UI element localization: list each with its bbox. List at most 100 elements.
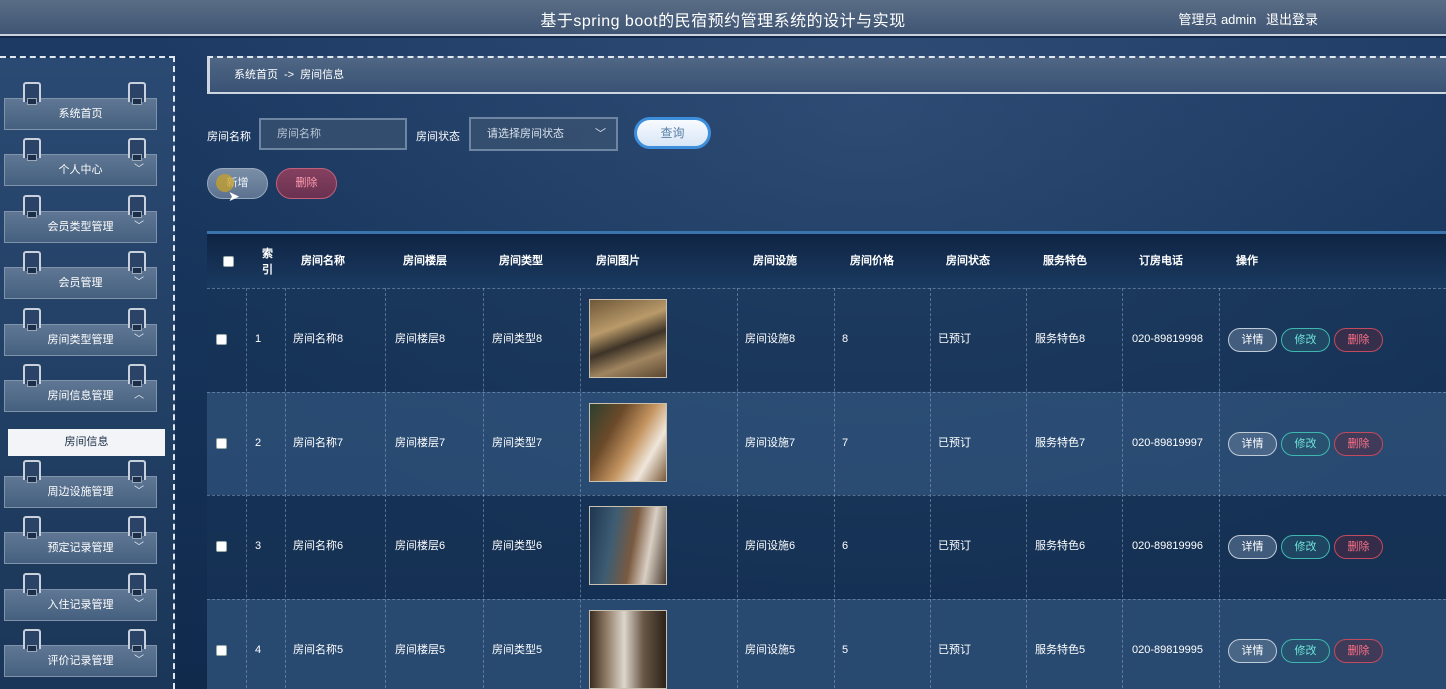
th-image: 房间图片: [596, 255, 640, 267]
cell-room-name: 房间名称7: [293, 437, 344, 449]
binder-clip-icon: [128, 82, 146, 105]
delete-button[interactable]: 删除: [1334, 328, 1383, 352]
room-name-input[interactable]: [259, 118, 407, 150]
cell-type: 房间类型7: [492, 437, 543, 449]
cell-status: 已预订: [938, 437, 971, 449]
cell-price: 6: [842, 540, 849, 552]
query-button[interactable]: 查询: [634, 117, 711, 149]
cell-room-name: 房间名称6: [293, 540, 344, 552]
cell-index: 3: [255, 540, 262, 552]
row-checkbox[interactable]: [216, 334, 227, 345]
cell-status: 已预订: [938, 540, 971, 552]
cell-index: 4: [255, 644, 262, 656]
select-all-checkbox[interactable]: [223, 256, 234, 267]
delete-button[interactable]: 删除: [1334, 535, 1383, 559]
room-image: [589, 403, 667, 482]
cell-status: 已预订: [938, 644, 971, 656]
cell-price: 7: [842, 437, 849, 449]
breadcrumb-home[interactable]: 系统首页: [234, 69, 278, 81]
th-price: 房间价格: [850, 255, 894, 267]
edit-button[interactable]: 修改: [1281, 432, 1330, 456]
sidebar-item-room-type[interactable]: 房间类型管理 ﹀: [4, 308, 157, 356]
th-facilities: 房间设施: [753, 255, 797, 267]
sidebar-item-checkin[interactable]: 入住记录管理 ﹀: [4, 573, 157, 621]
sidebar-item-profile[interactable]: 个人中心 ﹀: [4, 138, 157, 186]
delete-button[interactable]: 删除: [1334, 639, 1383, 663]
chevron-down-icon: ﹀: [134, 486, 144, 497]
delete-button[interactable]: 删除: [1334, 432, 1383, 456]
room-image: [589, 506, 667, 585]
edit-button[interactable]: 修改: [1281, 639, 1330, 663]
room-image: [589, 610, 667, 689]
column-divider: [1219, 288, 1220, 689]
row-divider: [207, 599, 1446, 600]
row-checkbox[interactable]: [216, 438, 227, 449]
sidebar-item-facilities[interactable]: 周边设施管理 ﹀: [4, 460, 157, 508]
cell-price: 5: [842, 644, 849, 656]
sidebar-item-home[interactable]: 系统首页: [4, 82, 157, 130]
row-divider: [207, 495, 1446, 496]
binder-clip-icon: [23, 82, 41, 105]
th-status: 房间状态: [946, 255, 990, 267]
table-header: 索引 房间名称 房间楼层 房间类型 房间图片 房间设施 房间价格 房间状态 服务…: [207, 234, 1446, 288]
chevron-down-icon: ﹀: [134, 599, 144, 610]
cell-index: 1: [255, 333, 262, 345]
detail-button[interactable]: 详情: [1228, 535, 1277, 559]
room-status-select[interactable]: 请选择房间状态 ﹀: [469, 117, 618, 151]
cell-index: 2: [255, 437, 262, 449]
top-header: 基于spring boot的民宿预约管理系统的设计与实现 管理员 admin 退…: [0, 0, 1446, 36]
cell-status: 已预订: [938, 333, 971, 345]
detail-button[interactable]: 详情: [1228, 432, 1277, 456]
row-divider: [207, 288, 1446, 289]
breadcrumb: 系统首页 -> 房间信息: [207, 56, 1446, 94]
edit-button[interactable]: 修改: [1281, 328, 1330, 352]
binder-clip-icon: [23, 573, 41, 596]
room-status-value: 请选择房间状态: [487, 128, 564, 140]
column-divider: [1122, 288, 1123, 689]
th-floor: 房间楼层: [403, 255, 447, 267]
cell-floor: 房间楼层8: [395, 333, 446, 345]
binder-clip-icon: [23, 460, 41, 483]
room-image: [589, 299, 667, 378]
row-checkbox[interactable]: [216, 645, 227, 656]
column-divider: [246, 288, 247, 689]
sidebar: 系统首页个人中心 ﹀ 会员类型管理 ﹀ 会员管理 ﹀ 房间类型管理 ﹀ 房间信息管理 ︿ 周边设施管…: [0, 56, 175, 689]
bulk-delete-button[interactable]: 删除: [276, 168, 337, 199]
cell-feature: 服务特色7: [1035, 437, 1086, 449]
binder-clip-icon: [23, 516, 41, 539]
sidebar-item-label: 房间信息管理: [47, 390, 114, 402]
cell-feature: 服务特色8: [1035, 333, 1086, 345]
column-divider: [385, 288, 386, 689]
chevron-down-icon: ﹀: [134, 221, 144, 232]
sidebar-item-room-info[interactable]: 房间信息管理 ︿: [4, 364, 157, 412]
cell-price: 8: [842, 333, 849, 345]
chevron-down-icon: ﹀: [595, 128, 606, 140]
detail-button[interactable]: 详情: [1228, 328, 1277, 352]
sidebar-subitem-room-info[interactable]: 房间信息: [8, 429, 165, 456]
edit-button[interactable]: 修改: [1281, 535, 1330, 559]
cell-facilities: 房间设施6: [745, 540, 796, 552]
chevron-down-icon: ﹀: [134, 542, 144, 553]
sidebar-item-member[interactable]: 会员管理 ﹀: [4, 251, 157, 299]
sidebar-item-member-type[interactable]: 会员类型管理 ﹀: [4, 195, 157, 243]
cell-facilities: 房间设施5: [745, 644, 796, 656]
column-divider: [834, 288, 835, 689]
chevron-down-icon: ﹀: [134, 334, 144, 345]
binder-clip-icon: [23, 629, 41, 652]
room-name-label: 房间名称: [207, 131, 251, 143]
cell-facilities: 房间设施7: [745, 437, 796, 449]
cell-room-name: 房间名称5: [293, 644, 344, 656]
sidebar-item-label: 房间类型管理: [47, 334, 114, 346]
column-divider: [285, 288, 286, 689]
binder-clip-icon: [23, 308, 41, 331]
cell-phone: 020-89819996: [1132, 540, 1203, 552]
user-info: 管理员 admin 退出登录: [1172, 9, 1318, 28]
sidebar-item-label: 系统首页: [58, 108, 103, 120]
sidebar-item-review[interactable]: 评价记录管理 ﹀: [4, 629, 157, 677]
room-status-label: 房间状态: [416, 131, 460, 143]
cell-floor: 房间楼层5: [395, 644, 446, 656]
sidebar-item-booking[interactable]: 预定记录管理 ﹀: [4, 516, 157, 564]
detail-button[interactable]: 详情: [1228, 639, 1277, 663]
logout-link[interactable]: 退出登录: [1266, 12, 1318, 27]
row-checkbox[interactable]: [216, 541, 227, 552]
